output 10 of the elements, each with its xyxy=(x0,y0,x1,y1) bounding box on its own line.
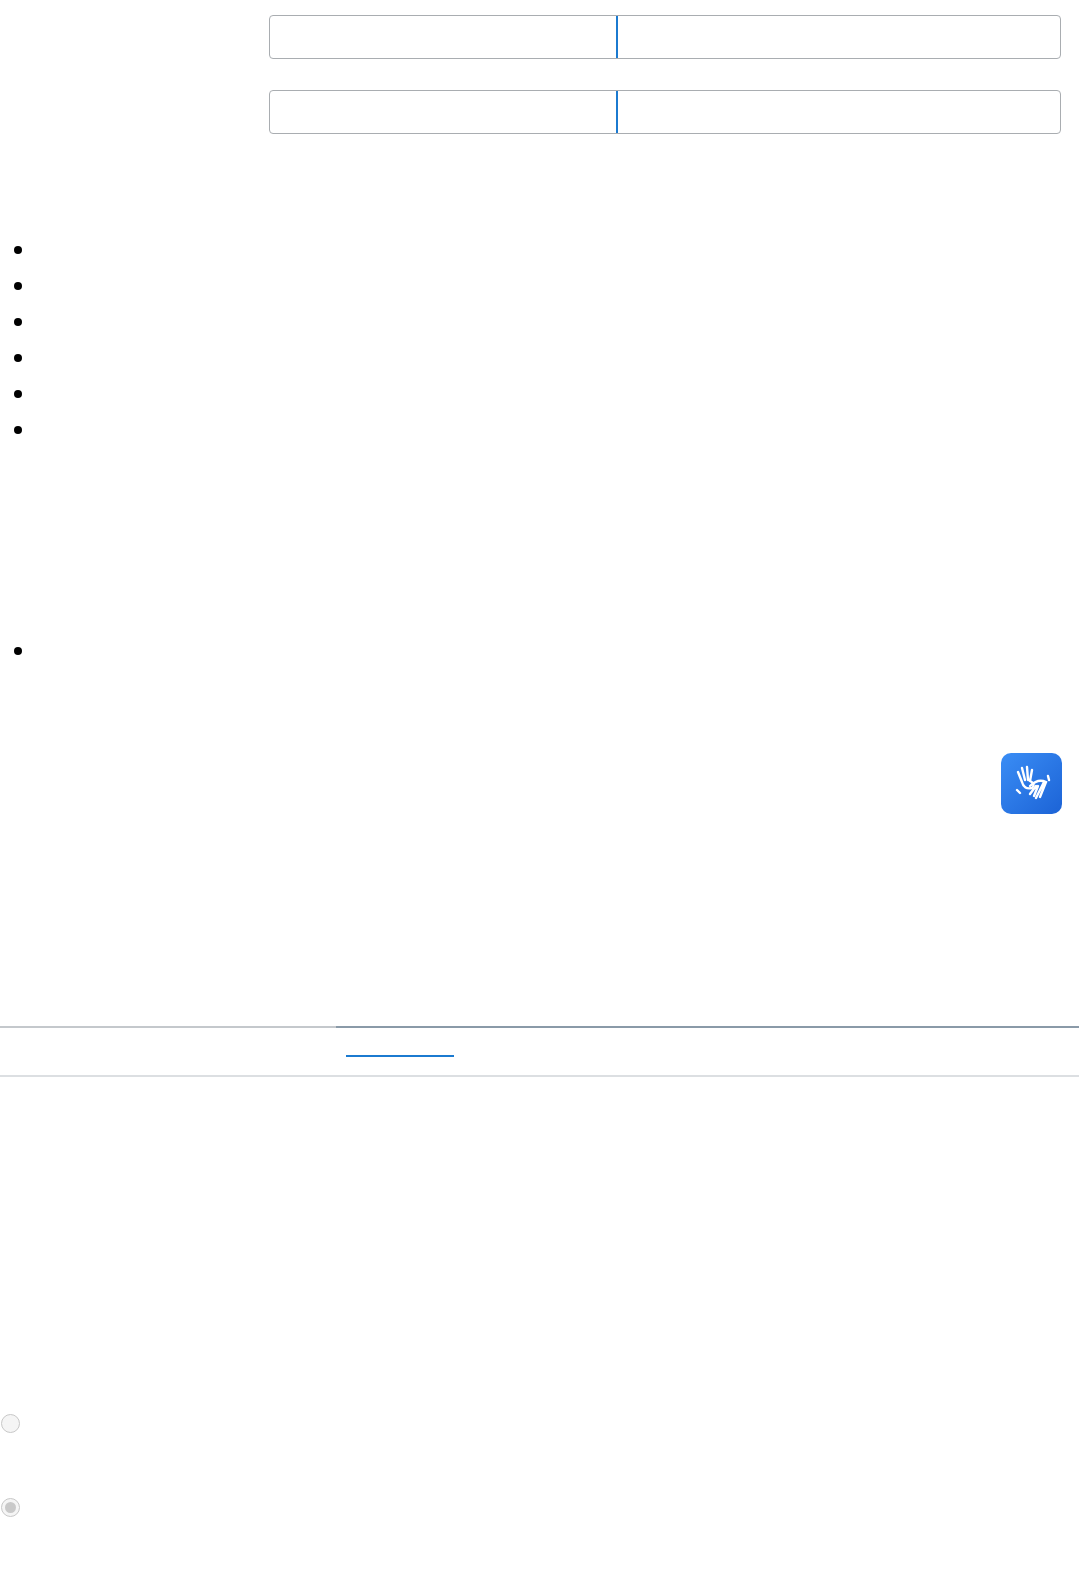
sign-language-button[interactable] xyxy=(1001,753,1062,814)
bullet-icon xyxy=(14,390,22,398)
bullet-icon xyxy=(14,647,22,655)
bullet-icon xyxy=(14,318,22,326)
bullet-icon xyxy=(14,426,22,434)
input-field[interactable] xyxy=(269,90,1061,134)
bullet-icon xyxy=(14,282,22,290)
bullet-icon xyxy=(14,246,22,254)
input-field[interactable] xyxy=(269,15,1061,59)
bullet-icon xyxy=(14,354,22,362)
